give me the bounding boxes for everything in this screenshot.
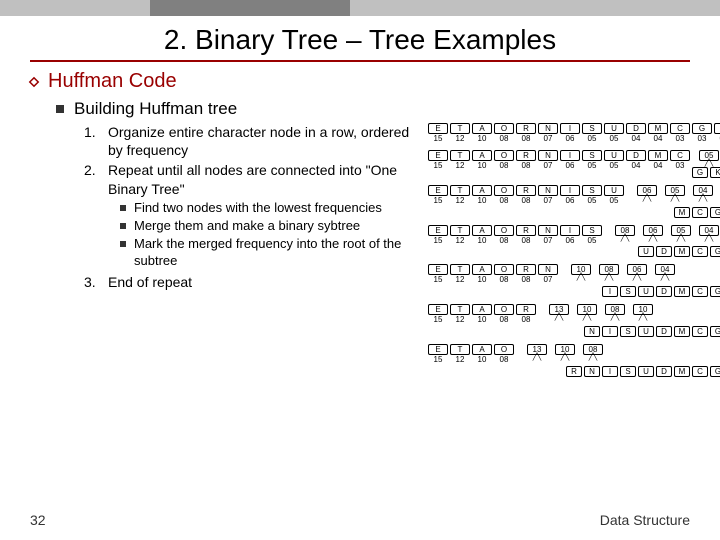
char-node: A10 xyxy=(472,264,492,285)
stage-row: E15T12A10O08R08N07I06S05U05D04M04C03G03K… xyxy=(428,123,720,144)
char-node: I06 xyxy=(560,225,580,246)
subheading-building: Building Huffman tree xyxy=(56,99,704,119)
footer-text: Data Structure xyxy=(600,512,690,528)
heading-text: Huffman Code xyxy=(48,70,177,93)
char-node: T12 xyxy=(450,264,470,285)
char-node: T12 xyxy=(450,185,470,206)
step-1: 1. Organize entire character node in a r… xyxy=(84,123,424,159)
heading-huffman-code: Huffman Code xyxy=(28,70,704,93)
char-node: N07 xyxy=(538,225,558,246)
char-node: I06 xyxy=(560,123,580,144)
substep-b: Merge them and make a binary sybtree xyxy=(120,218,424,234)
char-node: O08 xyxy=(494,123,514,144)
char-node: E15 xyxy=(428,123,448,144)
char-node: N07 xyxy=(538,150,558,171)
char-node: T12 xyxy=(450,123,470,144)
char-node: S05 xyxy=(582,225,602,246)
slide-top-bar xyxy=(0,0,720,16)
page-number: 32 xyxy=(30,512,46,528)
char-node: E15 xyxy=(428,150,448,171)
char-node: G03 xyxy=(692,123,712,144)
square-bullet-icon xyxy=(120,223,126,229)
char-node: T12 xyxy=(450,304,470,325)
char-node: A10 xyxy=(472,150,492,171)
char-node: A10 xyxy=(472,304,492,325)
subheading-text: Building Huffman tree xyxy=(74,99,237,119)
char-node: E15 xyxy=(428,225,448,246)
char-node: O08 xyxy=(494,150,514,171)
char-node: M04 xyxy=(648,150,668,171)
char-node: I06 xyxy=(560,150,580,171)
char-node: U05 xyxy=(604,150,624,171)
char-node: A10 xyxy=(472,344,492,365)
slide-title: 2. Binary Tree – Tree Examples xyxy=(0,16,720,60)
char-node: E15 xyxy=(428,344,448,365)
char-node: R08 xyxy=(516,150,536,171)
step-3: 3. End of repeat xyxy=(84,273,424,291)
stage-row: E15T12A10O08R08N0710╱╲08╱╲06╱╲04╱╲ISUDMC… xyxy=(428,264,720,298)
char-node: D04 xyxy=(626,150,646,171)
stage-row: E15T12A10O08R08N07I06S0508╱╲06╱╲05╱╲04╱╲… xyxy=(428,225,720,259)
char-node: K02 xyxy=(714,123,720,144)
char-node: E15 xyxy=(428,185,448,206)
square-bullet-icon xyxy=(56,105,64,113)
char-node: R08 xyxy=(516,185,536,206)
char-node: M04 xyxy=(648,123,668,144)
stage-row: E15T12A10O08R08N07I06S05U05D04M04C0305╱╲… xyxy=(428,150,720,179)
char-node: S05 xyxy=(582,150,602,171)
char-node: R08 xyxy=(516,304,536,325)
char-node: C03 xyxy=(670,123,690,144)
char-node: R08 xyxy=(516,225,536,246)
step-2: 2. Repeat until all nodes are connected … xyxy=(84,161,424,197)
char-node: A10 xyxy=(472,185,492,206)
char-node: N07 xyxy=(538,185,558,206)
char-node: E15 xyxy=(428,264,448,285)
char-node: U05 xyxy=(604,123,624,144)
slide-top-bar-accent xyxy=(150,0,350,16)
stage-row: E15T12A10O08R0813╱╲10╱╲08╱╲10╱╲NISUDMCGK xyxy=(428,304,720,338)
char-node: C03 xyxy=(670,150,690,171)
char-node: U05 xyxy=(604,185,624,206)
char-node: O08 xyxy=(494,225,514,246)
huffman-stages-diagram: E15T12A10O08R08N07I06S05U05D04M04C03G03K… xyxy=(424,123,720,384)
char-node: O08 xyxy=(494,264,514,285)
stage-row: E15T12A10O0813╱╲10╱╲08╱╲RNISUDMCGK xyxy=(428,344,720,378)
substep-a: Find two nodes with the lowest frequenci… xyxy=(120,200,424,216)
char-node: R08 xyxy=(516,123,536,144)
char-node: I06 xyxy=(560,185,580,206)
stage-row: E15T12A10O08R08N07I06S05U0506╱╲05╱╲04╱╲M… xyxy=(428,185,720,219)
char-node: A10 xyxy=(472,225,492,246)
square-bullet-icon xyxy=(120,241,126,247)
substep-c: Mark the merged frequency into the root … xyxy=(120,236,424,269)
char-node: D04 xyxy=(626,123,646,144)
char-node: O08 xyxy=(494,185,514,206)
char-node: A10 xyxy=(472,123,492,144)
square-bullet-icon xyxy=(120,205,126,211)
char-node: T12 xyxy=(450,344,470,365)
steps-column: 1. Organize entire character node in a r… xyxy=(84,123,424,293)
char-node: S05 xyxy=(582,185,602,206)
char-node: T12 xyxy=(450,225,470,246)
char-node: O08 xyxy=(494,304,514,325)
char-node: N07 xyxy=(538,264,558,285)
diamond-bullet-icon xyxy=(28,76,40,88)
char-node: R08 xyxy=(516,264,536,285)
char-node: T12 xyxy=(450,150,470,171)
char-node: N07 xyxy=(538,123,558,144)
char-node: S05 xyxy=(582,123,602,144)
char-node: O08 xyxy=(494,344,514,365)
char-node: E15 xyxy=(428,304,448,325)
substeps: Find two nodes with the lowest frequenci… xyxy=(120,200,424,269)
